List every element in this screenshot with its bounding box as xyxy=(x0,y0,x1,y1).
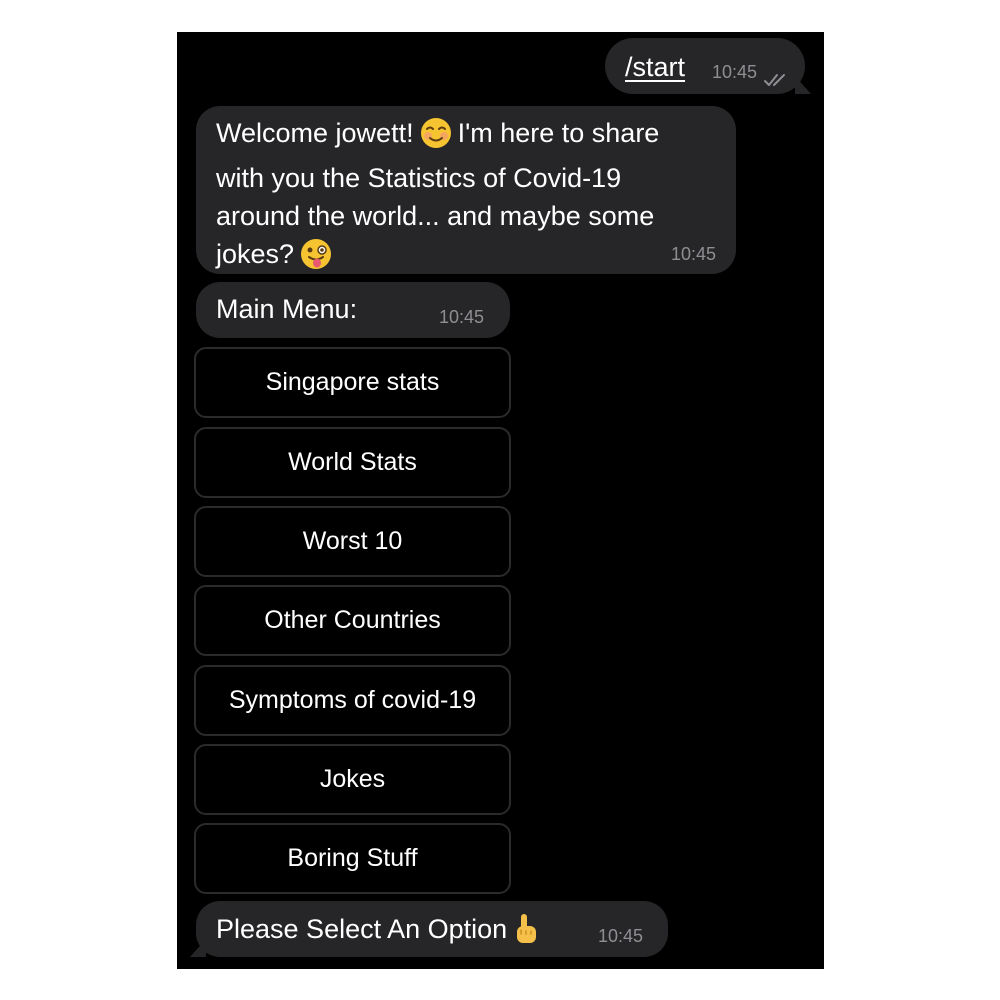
worst-10-button[interactable]: Worst 10 xyxy=(194,506,511,577)
message-timestamp: 10:45 xyxy=(598,926,644,946)
welcome-line-4: jokes? xyxy=(216,239,295,269)
incoming-message-welcome: Welcome jowett! I'm here to share with y… xyxy=(196,106,736,274)
bubble-tail xyxy=(190,939,206,957)
world-stats-button[interactable]: World Stats xyxy=(194,427,511,498)
welcome-line-1a: Welcome jowett! xyxy=(216,118,414,148)
chat-view: /start 10:45 Welcome jowett! I'm here to… xyxy=(177,32,824,969)
jokes-button[interactable]: Jokes xyxy=(194,744,511,815)
pointing-up-icon xyxy=(513,913,539,955)
welcome-message-text: Welcome jowett! I'm here to share with y… xyxy=(216,114,726,280)
singapore-stats-button[interactable]: Singapore stats xyxy=(194,347,511,418)
outgoing-message-start[interactable]: /start 10:45 xyxy=(605,38,811,94)
message-timestamp: 10:45 xyxy=(712,62,758,82)
winking-face-with-tongue-icon xyxy=(300,238,332,280)
symptoms-button[interactable]: Symptoms of covid-19 xyxy=(194,665,511,736)
message-timestamp: 10:45 xyxy=(439,307,485,327)
select-option-label: Please Select An Option xyxy=(216,914,508,944)
main-menu-text: Main Menu: xyxy=(216,294,358,324)
other-countries-button[interactable]: Other Countries xyxy=(194,585,511,656)
bubble-tail xyxy=(795,76,811,94)
boring-stuff-button[interactable]: Boring Stuff xyxy=(194,823,511,894)
incoming-message-select-option: Please Select An Option 10:45 xyxy=(190,901,668,957)
smiling-face-icon xyxy=(420,117,452,159)
message-timestamp: 10:45 xyxy=(670,244,716,264)
welcome-line-3: around the world... and maybe some xyxy=(216,201,655,231)
welcome-line-1b: I'm here to share xyxy=(457,118,660,148)
incoming-message-main-menu: Main Menu: 10:45 xyxy=(196,282,510,338)
double-check-icon xyxy=(763,60,791,98)
select-option-text: Please Select An Option xyxy=(216,910,545,955)
start-command-link[interactable]: /start xyxy=(625,48,685,86)
welcome-line-2: with you the Statistics of Covid-19 xyxy=(216,163,622,193)
